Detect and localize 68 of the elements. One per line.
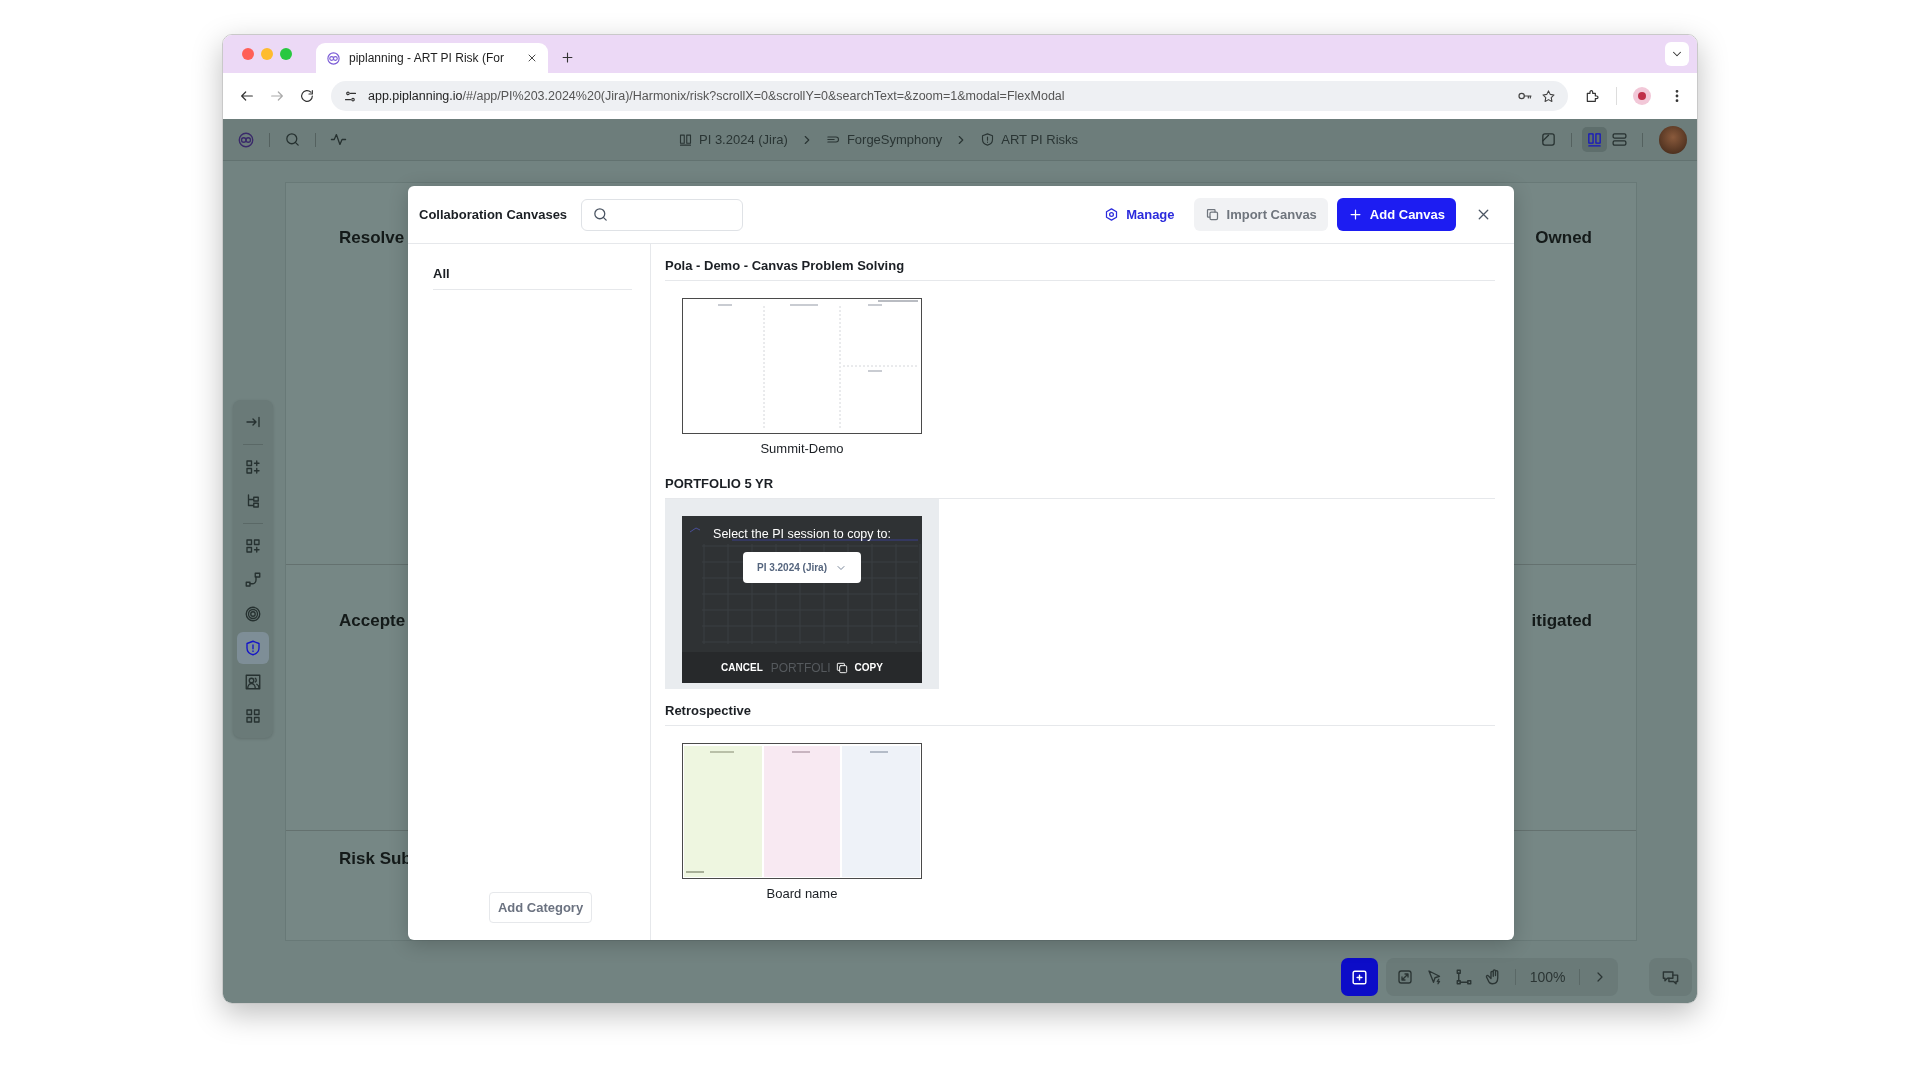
canvas-name: Summit-Demo [759, 441, 845, 456]
close-icon [526, 52, 538, 64]
reload-icon [299, 88, 315, 104]
manage-link[interactable]: Manage [1093, 198, 1186, 231]
tab-title: piplanning - ART PI Risk (For [349, 51, 505, 65]
puzzle-icon [1584, 88, 1600, 104]
shield-icon [244, 639, 262, 657]
close-window-button[interactable] [242, 48, 254, 60]
lane-title: Owned [1535, 228, 1592, 249]
add-grid-icon [244, 537, 262, 555]
fit-view-button[interactable] [1396, 968, 1414, 986]
canvas-preview[interactable] [682, 743, 922, 879]
profile-avatar [1633, 87, 1651, 105]
section-title: Pola - Demo - Canvas Problem Solving [665, 258, 1495, 281]
star-icon [1541, 88, 1556, 104]
target-icon [244, 605, 262, 623]
session-dropdown[interactable]: PI 3.2024 (Jira) [743, 552, 861, 583]
grid-icon [244, 707, 262, 725]
connector-icon [1455, 968, 1474, 986]
resize-icon [1396, 968, 1414, 986]
copy-prompt-text: Select the PI session to copy to: [713, 527, 891, 541]
category-item[interactable]: All [433, 266, 632, 290]
address-field[interactable]: app.piplanning.io/#/app/PI%203.2024%20(Jira)/Harmonix/risk?scrollX=0&scrollY=0&searchText=&zoom=1&modal=FlexModal [331, 81, 1568, 111]
user-avatar[interactable] [1659, 125, 1687, 154]
people-card-icon [244, 673, 262, 691]
columns-icon [678, 132, 693, 147]
canvas-name: Board name [765, 886, 839, 901]
note-plus-icon [1350, 967, 1369, 987]
back-arrow-icon [239, 88, 255, 104]
maximize-window-button[interactable] [280, 48, 292, 60]
url-text: app.piplanning.io/#/app/PI%203.2024%20(Jira)/Harmonix/risk?scrollX=0&scrollY=0&searchText=&zoom=1&modal=FlexModal [368, 89, 1066, 103]
plus-icon [1347, 207, 1363, 222]
add-category-button[interactable]: Add Category [488, 892, 593, 923]
dialog-title: Collaboration Canvases [419, 207, 568, 222]
add-note-button[interactable] [1341, 958, 1378, 996]
lane-title: Resolve [339, 228, 405, 249]
lane-title: Accepte [339, 611, 406, 632]
copy-button[interactable]: COPY [832, 658, 885, 677]
forward-arrow-icon [269, 88, 285, 104]
section-title: Retrospective [665, 703, 1495, 726]
chat-button[interactable] [1649, 958, 1692, 996]
close-tab-button[interactable] [526, 52, 538, 64]
connector-tool-button[interactable] [1455, 968, 1474, 986]
browser-tab[interactable]: piplanning - ART PI Risk (For [316, 43, 548, 73]
copy-icon [834, 660, 849, 675]
site-logo-icon [326, 50, 341, 66]
add-items-icon [244, 458, 262, 476]
shield-icon [980, 132, 996, 147]
rows-icon [1611, 131, 1628, 148]
columns-icon [1586, 131, 1603, 148]
logo-icon [237, 130, 255, 149]
plus-icon [560, 50, 575, 65]
columns-view-button[interactable] [1582, 127, 1607, 152]
copy-icon [1204, 207, 1220, 222]
search-icon [592, 206, 610, 223]
cancel-button[interactable]: CANCEL [719, 660, 765, 675]
canvas-preview[interactable] [682, 298, 922, 434]
add-canvas-button[interactable]: Add Canvas [1336, 198, 1456, 231]
lane-title: itigated [1531, 611, 1592, 632]
connector-icon [244, 571, 262, 589]
search-icon [284, 131, 301, 148]
panel-icon [1540, 131, 1557, 148]
import-canvas-button[interactable]: Import Canvas [1193, 198, 1328, 231]
search-field[interactable] [581, 198, 744, 231]
tab-menu-button[interactable] [1665, 42, 1689, 66]
pulse-icon [330, 131, 347, 148]
settings-icon [1104, 207, 1120, 222]
tool-button[interactable] [237, 632, 269, 664]
